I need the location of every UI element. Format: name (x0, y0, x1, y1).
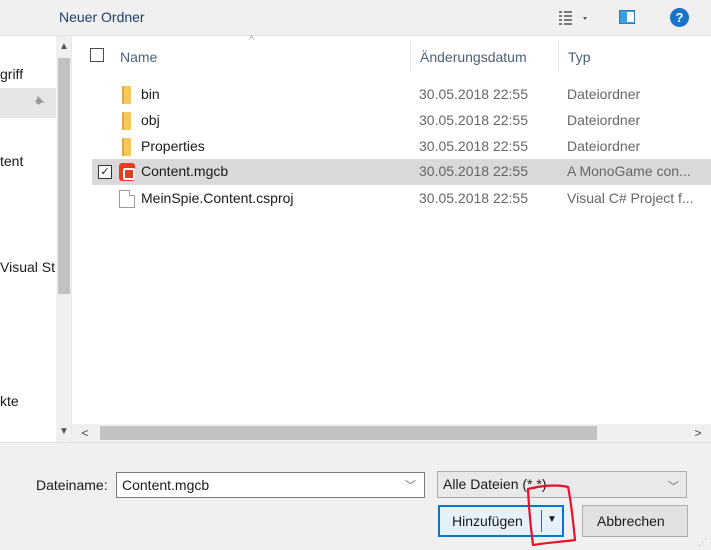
chevron-down-icon[interactable]: ﹀ (405, 477, 416, 493)
file-date: 30.05.2018 22:55 (419, 190, 528, 206)
add-button[interactable]: Hinzufügen ▼ (438, 505, 564, 537)
column-divider[interactable] (410, 40, 411, 72)
add-button-label: Hinzufügen (452, 513, 523, 529)
file-type: Dateiordner (567, 138, 641, 154)
file-date: 30.05.2018 22:55 (419, 138, 528, 154)
new-folder-button[interactable]: Neuer Ordner (59, 9, 145, 25)
filename-input[interactable] (116, 472, 425, 498)
filter-value: Alle Dateien (*.*) (443, 476, 547, 492)
scroll-up-icon[interactable]: ▲ (56, 36, 71, 58)
folder-icon (122, 86, 131, 104)
filename-label: Dateiname: (36, 477, 108, 493)
file-type: A MonoGame con... (567, 163, 691, 179)
column-header-name[interactable]: Name (120, 49, 157, 65)
file-date: 30.05.2018 22:55 (419, 112, 528, 128)
list-item-selected[interactable]: ✓ Content.mgcb 30.05.2018 22:55 A MonoGa… (92, 159, 711, 185)
help-icon[interactable]: ? (670, 8, 689, 27)
column-divider[interactable] (558, 40, 559, 72)
file-list: ^ Name Änderungsdatum Typ bin 30.05.2018… (72, 34, 711, 424)
cancel-button-label: Abbrechen (597, 513, 665, 529)
list-item[interactable]: MeinSpie.Content.csproj 30.05.2018 22:55… (92, 186, 711, 212)
file-name: Content.mgcb (141, 163, 229, 179)
column-header-date[interactable]: Änderungsdatum (420, 49, 527, 65)
monogame-icon (119, 163, 135, 181)
nav-item-projects[interactable]: kte (0, 390, 56, 412)
list-item[interactable]: Properties 30.05.2018 22:55 Dateiordner (92, 134, 711, 160)
folder-icon (122, 138, 131, 156)
preview-pane-icon[interactable] (619, 10, 635, 24)
navigation-pane: griff tent Visual St kte ▲ ▼ (0, 36, 72, 442)
horizontal-scrollbar-thumb[interactable] (100, 426, 597, 440)
sort-ascending-icon: ^ (249, 34, 255, 46)
row-checkbox[interactable]: ✓ (98, 165, 112, 179)
split-divider (541, 510, 542, 532)
view-list-icon (559, 11, 587, 25)
horizontal-scrollbar[interactable]: < > (72, 424, 711, 442)
file-name: bin (141, 86, 160, 102)
scroll-down-icon[interactable]: ▼ (56, 422, 71, 442)
file-date: 30.05.2018 22:55 (419, 86, 528, 102)
nav-item-visual-studio[interactable]: Visual St (0, 256, 56, 278)
list-item[interactable]: obj 30.05.2018 22:55 Dateiordner (92, 108, 711, 134)
chevron-down-icon (583, 17, 587, 20)
file-name: obj (141, 112, 160, 128)
file-date: 30.05.2018 22:55 (419, 163, 528, 179)
folder-icon (122, 112, 131, 130)
file-type: Dateiordner (567, 86, 641, 102)
dialog-footer: Dateiname: ﹀ Alle Dateien (*.*) ﹀ Hinzuf… (0, 442, 711, 550)
file-type-filter-select[interactable]: Alle Dateien (*.*) ﹀ (437, 471, 687, 498)
column-header-type[interactable]: Typ (568, 49, 591, 65)
pin-icon[interactable] (33, 95, 45, 110)
nav-scrollbar-thumb[interactable] (58, 58, 70, 294)
chevron-down-icon: ﹀ (668, 481, 679, 493)
scroll-right-icon[interactable]: > (685, 424, 711, 442)
file-name: Properties (141, 138, 205, 154)
nav-item-content[interactable]: tent (0, 150, 56, 172)
list-header: ^ Name Änderungsdatum Typ (72, 34, 711, 76)
add-options-dropdown-icon[interactable]: ▼ (547, 514, 557, 525)
file-type: Dateiordner (567, 112, 641, 128)
document-icon (119, 190, 135, 208)
file-type: Visual C# Project f... (567, 190, 694, 206)
select-all-checkbox[interactable] (90, 48, 104, 62)
view-options-button[interactable] (557, 8, 597, 28)
scroll-left-icon[interactable]: < (72, 424, 98, 442)
nav-item-quick-access[interactable]: griff (0, 63, 56, 85)
list-item[interactable]: bin 30.05.2018 22:55 Dateiordner (92, 82, 711, 108)
file-name: MeinSpie.Content.csproj (141, 190, 294, 206)
cancel-button[interactable]: Abbrechen (582, 505, 688, 537)
toolbar: Neuer Ordner ? (0, 0, 711, 36)
nav-selected-item[interactable] (0, 88, 56, 118)
resize-grip-icon[interactable]: ⋰ (698, 537, 707, 548)
